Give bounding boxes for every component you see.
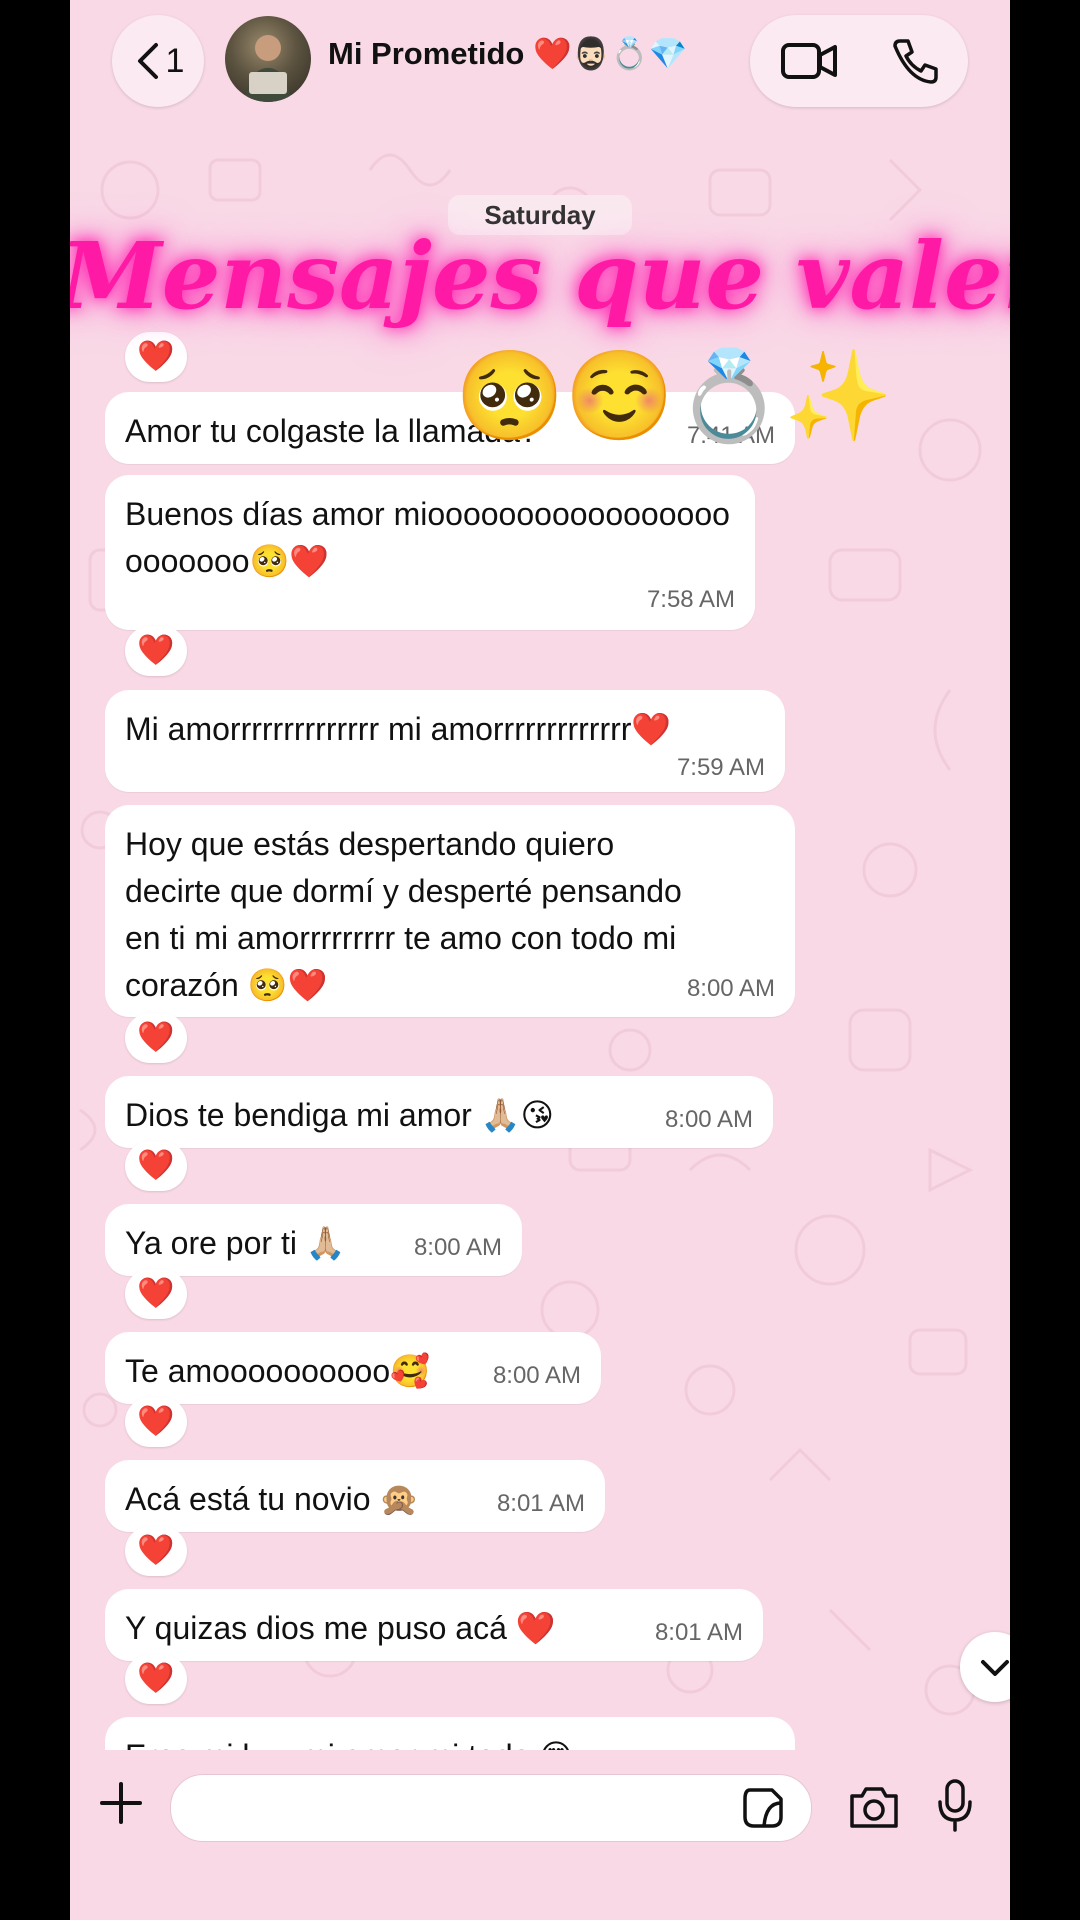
contact-avatar[interactable] — [225, 16, 311, 102]
message-bubble[interactable]: Te amoooooooooo🥰 8:00 AM — [105, 1332, 601, 1404]
message-text: Buenos días amor miooooooooooooooooooooo… — [125, 496, 730, 579]
video-icon[interactable] — [780, 41, 838, 81]
reaction-heart[interactable]: ❤️ — [125, 1013, 187, 1063]
message-time: 7:58 AM — [646, 586, 735, 613]
message-time: 7:59 AM — [676, 754, 765, 781]
message-bubble[interactable]: Acá está tu novio 🙊 8:01 AM — [105, 1460, 605, 1532]
message-bubble[interactable]: Y quizas dios me puso acá ❤️ 8:01 AM — [105, 1589, 763, 1661]
chat-header: 1 Mi Prometido ❤️🧔🏻‍♂️💍💎 — [70, 0, 1010, 125]
unread-count: 1 — [165, 41, 185, 80]
plus-icon[interactable] — [98, 1780, 144, 1826]
reaction-heart[interactable]: ❤️ — [125, 332, 187, 382]
message-text: Y quizas dios me puso acá ❤️ — [125, 1610, 556, 1646]
camera-icon[interactable] — [848, 1784, 900, 1830]
message-time: 8:00 AM — [492, 1362, 581, 1389]
contact-name[interactable]: Mi Prometido ❤️🧔🏻‍♂️💍💎 — [328, 35, 687, 72]
message-text: Acá está tu novio 🙊 — [125, 1481, 420, 1517]
sticker-icon[interactable] — [742, 1787, 784, 1829]
reaction-heart[interactable]: ❤️ — [125, 1141, 187, 1191]
message-time: 8:00 AM — [686, 975, 775, 1002]
reaction-heart[interactable]: ❤️ — [125, 1397, 187, 1447]
phone-screen: 1 Mi Prometido ❤️🧔🏻‍♂️💍💎 Saturday Mensaj… — [70, 0, 1010, 1920]
message-time: 8:00 AM — [413, 1234, 502, 1261]
reaction-heart[interactable]: ❤️ — [125, 1269, 187, 1319]
message-time: 8:01 AM — [654, 1619, 743, 1646]
microphone-icon[interactable] — [936, 1778, 974, 1834]
reaction-heart[interactable]: ❤️ — [125, 626, 187, 676]
avatar-photo — [245, 35, 291, 102]
message-time: 8:01 AM — [496, 1490, 585, 1517]
message-text: Ya ore por ti 🙏🏼 — [125, 1225, 346, 1261]
message-bubble[interactable]: Dios te bendiga mi amor 🙏🏼😘 8:00 AM — [105, 1076, 773, 1148]
message-bubble[interactable]: Hoy que estás despertando quiero decirte… — [105, 805, 795, 1017]
message-bubble[interactable]: Mi amorrrrrrrrrrrrrr mi amorrrrrrrrrrrrr… — [105, 690, 785, 792]
message-text: Hoy que estás despertando quiero decirte… — [125, 826, 682, 1003]
message-text: Mi amorrrrrrrrrrrrrr mi amorrrrrrrrrrrrr… — [125, 711, 672, 747]
chevron-left-icon — [137, 43, 158, 79]
phone-icon[interactable] — [890, 37, 938, 85]
reaction-heart[interactable]: ❤️ — [125, 1526, 187, 1576]
call-actions — [750, 15, 968, 107]
chevron-down-icon — [981, 1660, 1009, 1676]
message-text: Dios te bendiga mi amor 🙏🏼😘 — [125, 1097, 554, 1133]
message-text: Te amoooooooooo🥰 — [125, 1353, 430, 1389]
overlay-title: Mensajes que valen oro — [70, 222, 1010, 330]
message-time: 8:00 AM — [664, 1106, 753, 1133]
overlay-emojis: 🥺☺️💍✨ — [455, 346, 894, 445]
message-bubble[interactable]: Buenos días amor miooooooooooooooooooooo… — [105, 475, 755, 630]
message-bubble[interactable]: Ya ore por ti 🙏🏼 8:00 AM — [105, 1204, 522, 1276]
reaction-heart[interactable]: ❤️ — [125, 1654, 187, 1704]
message-input[interactable] — [170, 1774, 812, 1842]
back-button[interactable]: 1 — [112, 15, 204, 107]
scroll-down-button[interactable] — [960, 1632, 1010, 1702]
composer-bar — [70, 1750, 1010, 1920]
